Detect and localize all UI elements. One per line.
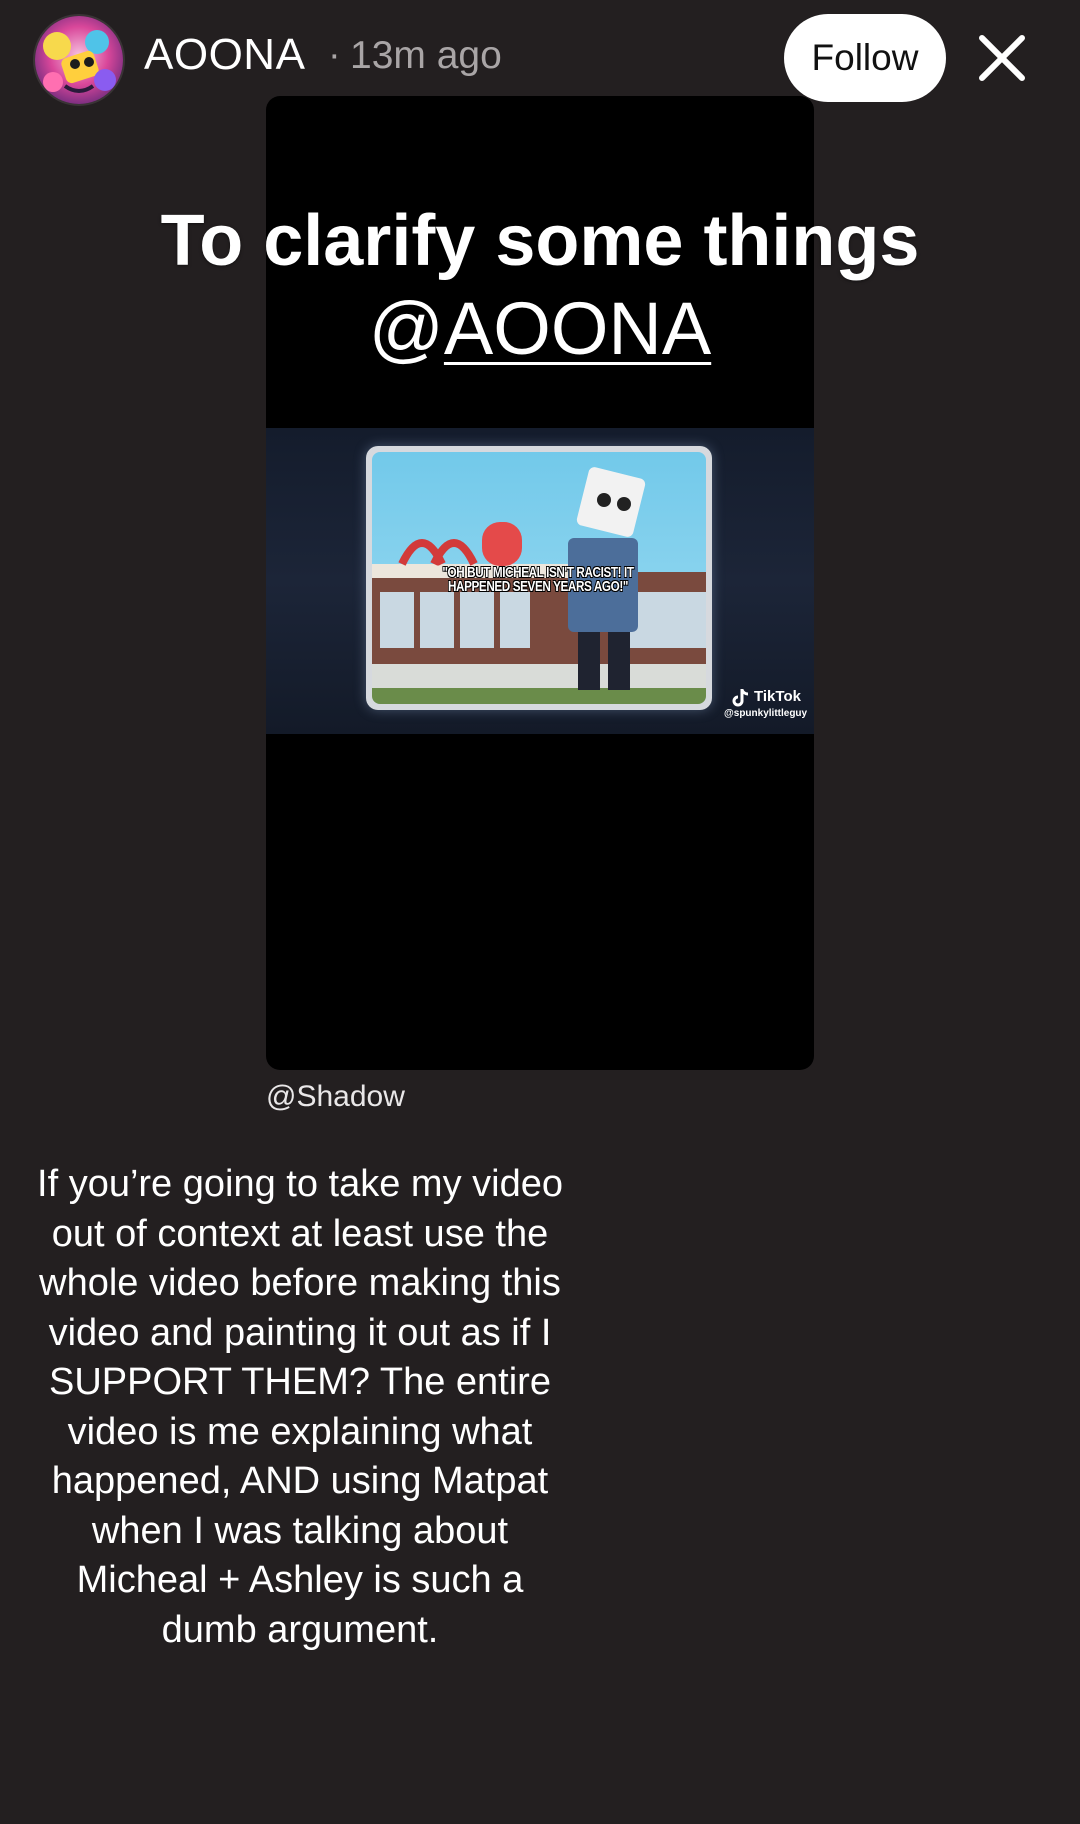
post-time: 13m ago bbox=[350, 34, 502, 77]
separator-dot: · bbox=[328, 34, 341, 76]
tiktok-icon bbox=[732, 689, 749, 707]
clip-caption: "OH BUT MICHEAL ISN'T RACIST! IT HAPPENE… bbox=[442, 564, 634, 595]
tiktok-handle: @spunkylittleguy bbox=[724, 708, 808, 719]
username[interactable]: AOONA bbox=[144, 30, 305, 80]
video-clip-frame: "OH BUT MICHEAL ISN'T RACIST! IT HAPPENE… bbox=[266, 428, 814, 734]
title-mention[interactable]: @AOONA bbox=[40, 286, 1040, 372]
close-icon bbox=[979, 35, 1025, 81]
avatar-image bbox=[35, 16, 123, 104]
video-title: To clarify some things bbox=[160, 201, 920, 281]
mention-prefix: @ bbox=[368, 287, 444, 370]
follow-button[interactable]: Follow bbox=[784, 14, 946, 102]
tv-frame: "OH BUT MICHEAL ISN'T RACIST! IT HAPPENE… bbox=[366, 446, 712, 710]
avatar[interactable] bbox=[33, 14, 125, 106]
video-thumbnail: "OH BUT MICHEAL ISN'T RACIST! IT HAPPENE… bbox=[372, 452, 706, 704]
tiktok-label: TikTok bbox=[754, 688, 801, 705]
mention-tag[interactable]: @Shadow bbox=[266, 1080, 405, 1114]
close-button[interactable] bbox=[974, 28, 1030, 88]
story-body-text: If you’re going to take my video out of … bbox=[37, 1163, 563, 1651]
mention-handle: AOONA bbox=[443, 287, 712, 370]
